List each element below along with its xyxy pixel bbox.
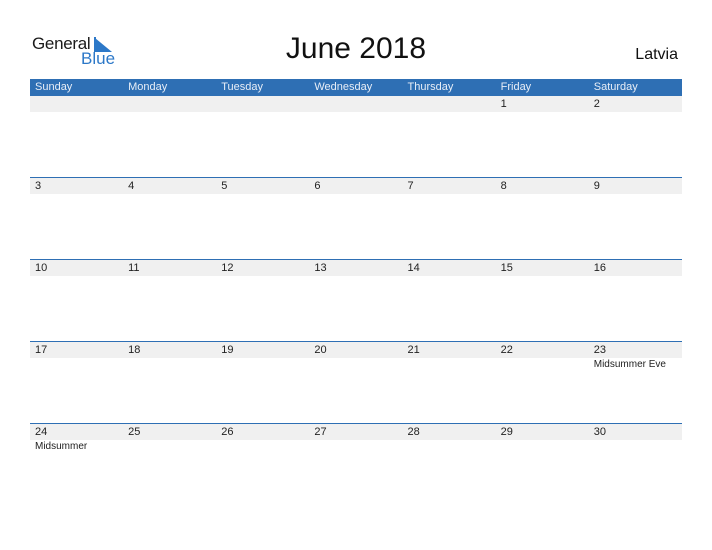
calendar-grid: Sunday Monday Tuesday Wednesday Thursday…: [30, 79, 682, 505]
day-number: 12: [221, 262, 234, 274]
day-number: 6: [314, 180, 321, 192]
day-cell: 29: [496, 424, 589, 453]
day-cell: 30: [589, 424, 682, 453]
day-cell: 19: [216, 342, 309, 371]
day-number: 19: [221, 344, 234, 356]
day-number: 23: [593, 344, 606, 356]
weekday-sunday: Sunday: [35, 81, 73, 93]
day-number: 14: [407, 262, 420, 274]
day-number: 10: [35, 262, 48, 274]
week-cells: 17 18 19 20 21 22 23 Midsummer Eve: [30, 342, 682, 371]
week-row: 24 Midsummer 25 26 27 28 29 30: [30, 423, 682, 505]
day-cell: 8: [496, 178, 589, 194]
day-cell: [309, 96, 402, 112]
day-cell: [123, 96, 216, 112]
day-number: [221, 96, 309, 112]
day-cell: 22: [496, 342, 589, 371]
day-number: 28: [407, 426, 420, 438]
day-cell: 24 Midsummer: [30, 424, 123, 453]
day-cell: 2: [589, 96, 682, 112]
day-number: 22: [500, 344, 513, 356]
day-number: 8: [500, 180, 507, 192]
week-row: 17 18 19 20 21 22 23 Midsummer Eve: [30, 341, 682, 423]
week-cells: 3 4 5 6 7 8 9: [30, 178, 682, 194]
day-number: 5: [221, 180, 228, 192]
day-cell: 4: [123, 178, 216, 194]
day-cell: [403, 96, 496, 112]
day-cell: 23 Midsummer Eve: [589, 342, 682, 371]
day-number: 30: [593, 426, 606, 438]
day-number: 7: [407, 180, 414, 192]
country-label: Latvia: [635, 46, 678, 63]
day-number: 13: [314, 262, 327, 274]
day-number: 25: [128, 426, 141, 438]
day-number: 9: [593, 180, 600, 192]
day-number: 3: [35, 180, 42, 192]
day-cell: 1: [496, 96, 589, 112]
week-row: 10 11 12 13 14 15 16: [30, 259, 682, 341]
weekday-wednesday: Wednesday: [314, 81, 373, 93]
day-cell: 26: [216, 424, 309, 453]
weekday-thursday: Thursday: [407, 81, 454, 93]
day-cell: 28: [403, 424, 496, 453]
day-cell: 5: [216, 178, 309, 194]
day-cell: 12: [216, 260, 309, 276]
weekday-saturday: Saturday: [593, 81, 638, 93]
day-number: 11: [128, 262, 140, 274]
day-number: [408, 96, 496, 112]
day-cell: 3: [30, 178, 123, 194]
day-cell: 6: [309, 178, 402, 194]
day-cell: 11: [123, 260, 216, 276]
weekday-monday: Monday: [128, 81, 168, 93]
weeks-container: 1 2 3 4 5 6 7 8 9 10 11 12 13 14 15 16 17 18 19 20 21 22 23 Mid…: [30, 96, 682, 505]
day-number: 1: [500, 98, 507, 110]
weekday-header: Sunday Monday Tuesday Wednesday Thursday…: [30, 79, 682, 96]
day-number: 4: [128, 180, 135, 192]
day-number: [314, 96, 402, 112]
day-cell: 13: [309, 260, 402, 276]
week-row: 3 4 5 6 7 8 9: [30, 177, 682, 259]
day-number: [35, 96, 123, 112]
day-number: 20: [314, 344, 327, 356]
day-cell: 21: [403, 342, 496, 371]
day-number: 29: [500, 426, 513, 438]
day-number: 2: [593, 98, 600, 110]
day-cell: 10: [30, 260, 123, 276]
day-cell: 7: [403, 178, 496, 194]
day-number: 21: [407, 344, 420, 356]
week-row: 12: [30, 96, 682, 177]
day-number: 26: [221, 426, 234, 438]
day-cell: [216, 96, 309, 112]
day-number: 15: [500, 262, 513, 274]
day-number: 18: [128, 344, 141, 356]
day-cell: [30, 96, 123, 112]
page-title: June 2018: [285, 32, 427, 65]
week-cells: 24 Midsummer 25 26 27 28 29 30: [30, 424, 682, 453]
holiday-label: Midsummer Eve: [593, 359, 666, 370]
weekday-tuesday: Tuesday: [221, 81, 264, 93]
day-cell: 15: [496, 260, 589, 276]
day-cell: 27: [309, 424, 402, 453]
holiday-label: Midsummer: [35, 441, 88, 452]
day-number: [128, 96, 216, 112]
day-number: 17: [35, 344, 48, 356]
day-cell: 20: [309, 342, 402, 371]
day-number: 27: [314, 426, 327, 438]
day-cell: 17: [30, 342, 123, 371]
week-cells: 12: [30, 96, 682, 112]
day-number: 24: [35, 426, 48, 438]
day-number: 16: [593, 262, 606, 274]
week-cells: 10 11 12 13 14 15 16: [30, 260, 682, 276]
weekday-friday: Friday: [500, 81, 532, 93]
day-cell: 25: [123, 424, 216, 453]
day-cell: 9: [589, 178, 682, 194]
day-cell: 14: [403, 260, 496, 276]
day-cell: 18: [123, 342, 216, 371]
day-cell: 16: [589, 260, 682, 276]
